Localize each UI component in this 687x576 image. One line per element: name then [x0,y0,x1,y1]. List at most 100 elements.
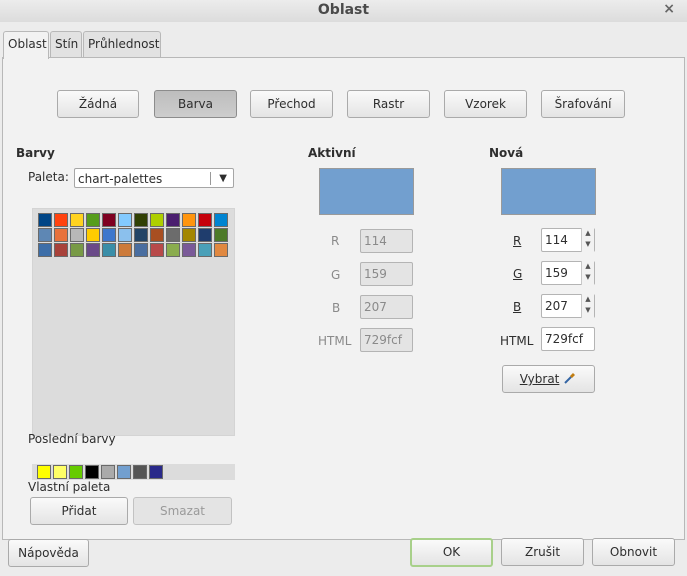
palette-swatch[interactable] [150,243,164,257]
palette-swatch[interactable] [134,228,148,242]
palette-swatch[interactable] [38,228,52,242]
new-g-value: 159 [545,266,568,280]
palette-swatch[interactable] [182,228,196,242]
new-r-field[interactable]: 114 ▲ ▼ [541,228,595,252]
new-html-field[interactable]: 729fcf [541,327,595,351]
new-b-label: B [513,300,522,314]
help-button[interactable]: Nápověda [8,539,89,567]
add-color-button[interactable]: Přidat [30,497,128,525]
new-b-stepper[interactable]: ▲ ▼ [581,294,594,318]
active-b-label: B [332,301,341,315]
active-heading: Aktivní [308,146,356,160]
recent-color-swatch[interactable] [149,465,163,479]
palette-swatch[interactable] [102,228,116,242]
palette-select[interactable]: chart-palettes ▼ [74,168,234,188]
palette-swatch[interactable] [166,243,180,257]
tab-transparency[interactable]: Průhlednost [83,31,161,57]
title-bar: Oblast × [0,0,687,22]
palette-swatch[interactable] [198,243,212,257]
palette-swatch[interactable] [150,213,164,227]
active-g-label: G [331,268,341,282]
fill-color-button[interactable]: Barva [154,90,237,118]
recent-color-swatch[interactable] [117,465,131,479]
palette-swatch[interactable] [214,243,228,257]
active-r-field: 114 [360,229,413,253]
palette-swatch[interactable] [134,213,148,227]
new-r-label: R [513,234,522,248]
delete-color-button[interactable]: Smazat [133,497,232,525]
pick-color-label: Vybrat [519,372,560,386]
cancel-button[interactable]: Zrušit [501,538,584,566]
palette-swatch[interactable] [182,243,196,257]
palette-swatch[interactable] [134,243,148,257]
palette-swatch[interactable] [86,228,100,242]
palette-swatch[interactable] [198,213,212,227]
palette-swatch[interactable] [214,228,228,242]
custom-palette-label: Vlastní paleta [28,480,111,494]
fill-gradient-button[interactable]: Přechod [250,90,333,118]
colors-heading: Barvy [16,146,55,160]
recent-color-swatch[interactable] [101,465,115,479]
palette-swatch[interactable] [54,228,68,242]
palette-swatch[interactable] [118,228,132,242]
palette-swatch[interactable] [70,228,84,242]
palette-label: Paleta: [28,170,69,184]
active-html-label: HTML [318,334,352,348]
palette-swatch[interactable] [102,213,116,227]
new-heading: Nová [489,146,524,160]
color-palette-grid [32,208,235,436]
area-dialog: Oblast Stín Průhlednost Žádná Barva Přec… [0,22,687,576]
palette-swatch[interactable] [86,243,100,257]
reset-button[interactable]: Obnovit [592,538,675,566]
area-panel: Žádná Barva Přechod Rastr Vzorek Šrafová… [2,57,685,540]
palette-swatch[interactable] [54,213,68,227]
tab-shadow[interactable]: Stín [50,31,82,57]
active-color-preview [319,168,414,215]
active-b-field: 207 [360,295,413,319]
palette-swatch[interactable] [38,213,52,227]
new-g-stepper[interactable]: ▲ ▼ [581,261,594,285]
palette-swatch[interactable] [70,243,84,257]
palette-swatch[interactable] [118,213,132,227]
palette-swatch[interactable] [70,213,84,227]
tab-area[interactable]: Oblast [3,31,49,59]
fill-pattern-button[interactable]: Vzorek [444,90,527,118]
palette-swatch[interactable] [182,213,196,227]
recent-color-swatch[interactable] [53,465,67,479]
recent-color-swatch[interactable] [37,465,51,479]
palette-swatch[interactable] [102,243,116,257]
palette-swatch[interactable] [166,228,180,242]
pick-color-button[interactable]: Vybrat [502,365,595,393]
fill-hatching-button[interactable]: Šrafování [541,90,625,118]
palette-swatch[interactable] [38,243,52,257]
new-b-field[interactable]: 207 ▲ ▼ [541,294,595,318]
active-html-field: 729fcf [360,328,413,352]
fill-raster-button[interactable]: Rastr [347,90,430,118]
new-b-value: 207 [545,299,568,313]
window-title: Oblast [317,2,370,18]
recent-color-swatch[interactable] [133,465,147,479]
new-g-label: G [513,267,523,281]
palette-swatch[interactable] [150,228,164,242]
recent-color-swatch[interactable] [85,465,99,479]
recent-colors-label: Poslední barvy [28,432,116,446]
palette-swatch[interactable] [214,213,228,227]
new-r-value: 114 [545,233,568,247]
new-g-field[interactable]: 159 ▲ ▼ [541,261,595,285]
active-r-label: R [331,234,340,248]
recent-color-swatch[interactable] [69,465,83,479]
palette-swatch[interactable] [86,213,100,227]
new-html-label: HTML [500,334,534,348]
ok-button[interactable]: OK [410,538,493,567]
palette-select-value: chart-palettes [78,172,163,186]
new-color-preview [501,168,596,215]
palette-swatch[interactable] [198,228,212,242]
palette-swatch[interactable] [54,243,68,257]
chevron-down-icon[interactable]: ▼ [219,171,227,187]
palette-swatch[interactable] [118,243,132,257]
fill-none-button[interactable]: Žádná [57,90,139,118]
new-r-stepper[interactable]: ▲ ▼ [581,228,594,252]
close-icon[interactable]: × [663,0,675,18]
palette-swatch[interactable] [166,213,180,227]
active-g-field: 159 [360,262,413,286]
